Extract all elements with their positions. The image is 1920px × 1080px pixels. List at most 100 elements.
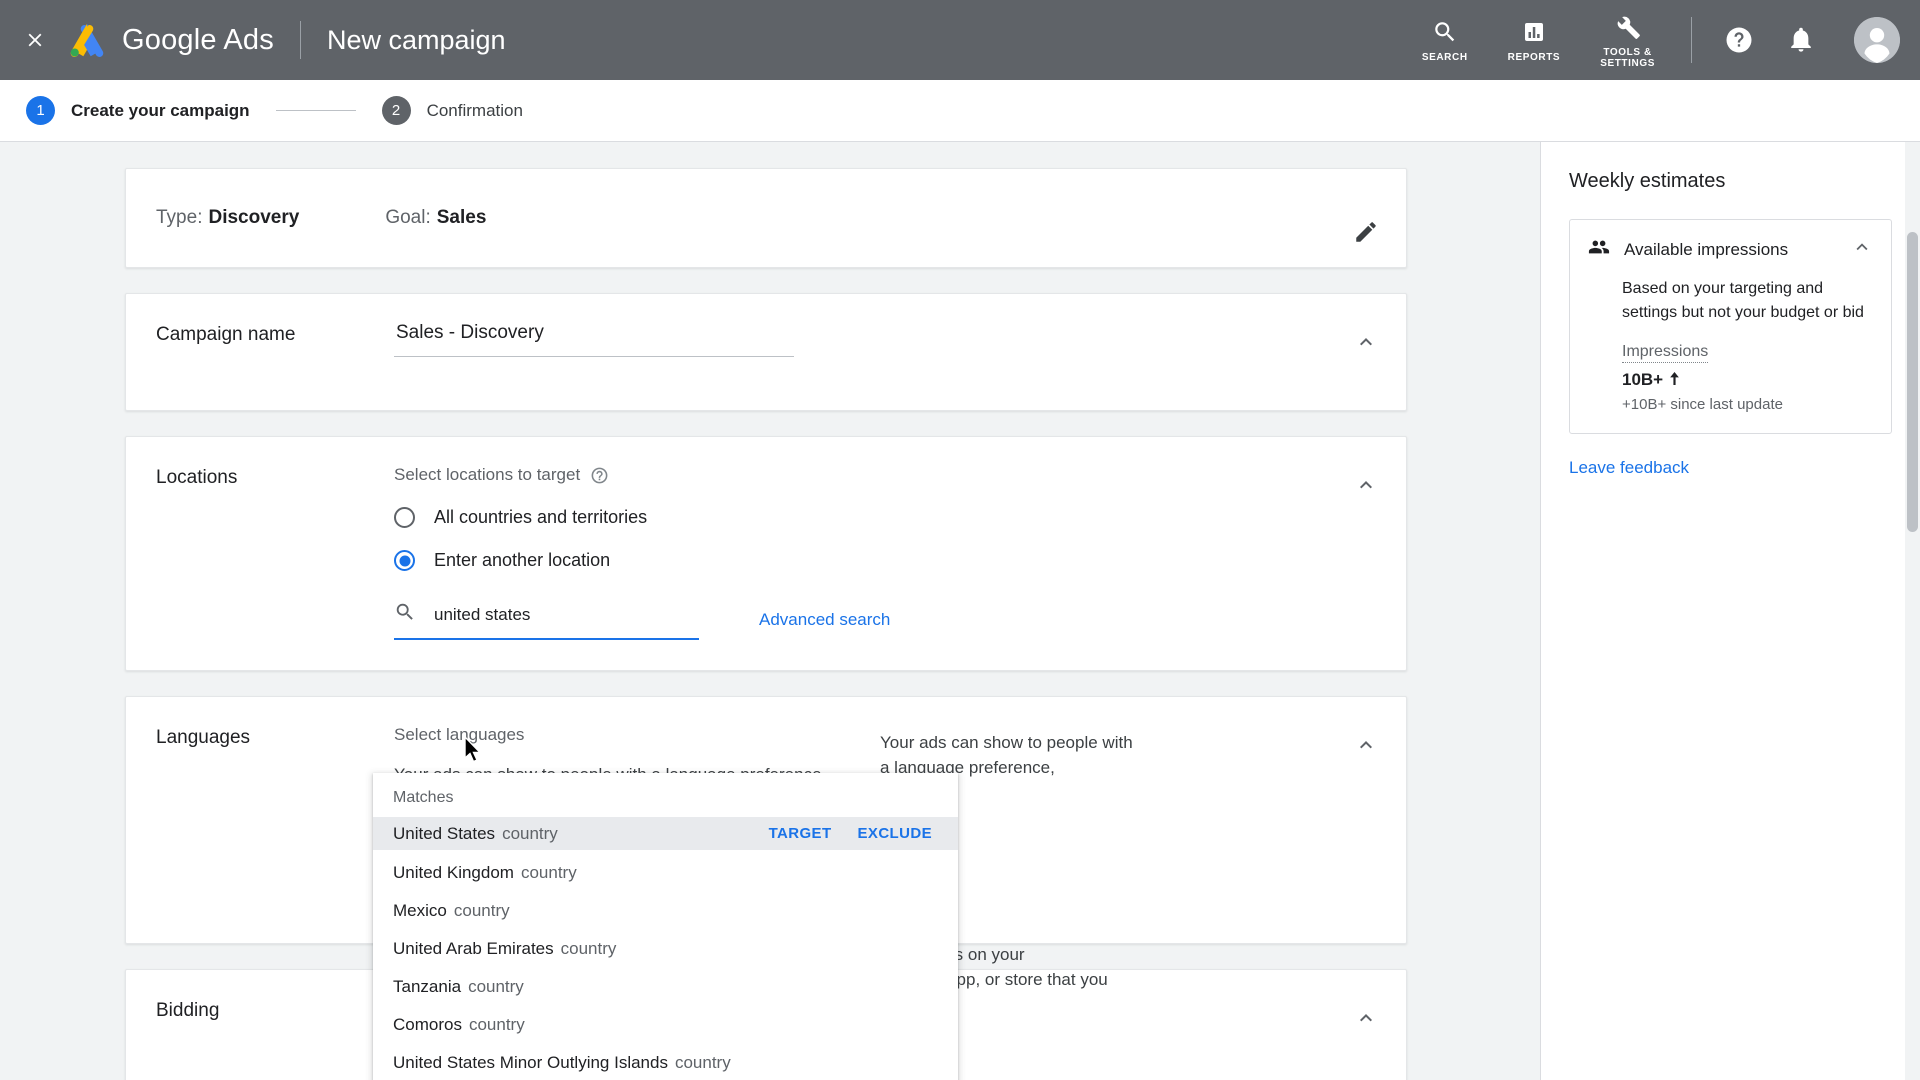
step-2-number: 2 bbox=[382, 96, 411, 125]
step-confirmation[interactable]: 2 Confirmation bbox=[382, 96, 523, 125]
weekly-estimates-title: Weekly estimates bbox=[1569, 170, 1892, 193]
radio-enter-another-location[interactable]: Enter another location bbox=[394, 550, 1326, 571]
dropdown-match-united-states[interactable]: United States country TARGET EXCLUDE bbox=[373, 817, 958, 850]
exclude-button[interactable]: EXCLUDE bbox=[858, 825, 932, 842]
leave-feedback-link[interactable]: Leave feedback bbox=[1569, 458, 1689, 478]
chevron-up-icon[interactable] bbox=[1346, 725, 1386, 765]
dropdown-match-name: United Arab Emirates bbox=[393, 939, 554, 959]
dropdown-match-actions: TARGET EXCLUDE bbox=[769, 825, 958, 842]
wrench-icon bbox=[1615, 12, 1641, 42]
dropdown-match-type: country bbox=[675, 1053, 731, 1073]
topbar-tools-settings-button[interactable]: TOOLS & SETTINGS bbox=[1580, 12, 1675, 69]
locations-card-action bbox=[1326, 437, 1406, 670]
step-create-your-campaign[interactable]: 1 Create your campaign bbox=[26, 96, 250, 125]
locations-search-field[interactable] bbox=[394, 601, 699, 640]
weekly-estimates-rail: Weekly estimates Available impressions B… bbox=[1540, 142, 1920, 1080]
arrow-up-icon bbox=[1669, 370, 1680, 390]
impressions-delta: +10B+ since last update bbox=[1622, 396, 1873, 413]
dropdown-match-type: country bbox=[521, 863, 577, 883]
step-2-label: Confirmation bbox=[427, 101, 523, 121]
step-1-label: Create your campaign bbox=[71, 101, 250, 121]
dropdown-spacer bbox=[373, 964, 958, 972]
impressions-value-row: 10B+ bbox=[1622, 370, 1873, 390]
radio-all-countries-circle[interactable] bbox=[394, 507, 415, 528]
dropdown-match-tanzania[interactable]: Tanzania country bbox=[373, 972, 958, 1002]
search-icon bbox=[1432, 17, 1458, 47]
topbar-tools-settings-label: TOOLS & SETTINGS bbox=[1600, 47, 1655, 69]
dropdown-match-name: United Kingdom bbox=[393, 863, 514, 883]
radio-all-countries-and-territories[interactable]: All countries and territories bbox=[394, 507, 1326, 528]
locations-sub-label: Select locations to target bbox=[394, 465, 1326, 485]
locations-label: Locations bbox=[126, 437, 394, 670]
goal-key: Goal: bbox=[385, 207, 430, 229]
campaign-name-input[interactable] bbox=[394, 322, 794, 357]
advanced-search-link[interactable]: Advanced search bbox=[759, 610, 890, 630]
type-value: Discovery bbox=[208, 207, 299, 229]
pencil-edit-icon[interactable] bbox=[1346, 212, 1386, 252]
campaign-name-card: Campaign name bbox=[125, 293, 1407, 411]
people-group-icon bbox=[1588, 236, 1610, 263]
page-title: New campaign bbox=[327, 25, 506, 56]
help-icon[interactable] bbox=[1716, 17, 1762, 63]
page-scrollbar-thumb[interactable] bbox=[1907, 232, 1918, 532]
content-area: Type: Discovery Goal: Sales Campaign nam… bbox=[0, 142, 1920, 1080]
dropdown-match-comoros[interactable]: Comoros country bbox=[373, 1010, 958, 1040]
bell-icon[interactable] bbox=[1778, 17, 1824, 63]
radio-all-countries-label: All countries and territories bbox=[434, 507, 647, 528]
available-impressions-header: Available impressions bbox=[1588, 236, 1873, 263]
search-icon bbox=[394, 601, 416, 628]
brand-divider bbox=[300, 21, 301, 59]
bidding-card-action bbox=[1326, 970, 1406, 1080]
top-app-bar: Google Ads New campaign SEARCH REPORTS T… bbox=[0, 0, 1920, 80]
dropdown-match-type: country bbox=[454, 901, 510, 921]
dropdown-match-name: Mexico bbox=[393, 901, 447, 921]
chevron-up-icon[interactable] bbox=[1346, 998, 1386, 1038]
bidding-label: Bidding bbox=[126, 970, 394, 1080]
available-impressions-card: Available impressions Based on your targ… bbox=[1569, 219, 1892, 434]
account-avatar[interactable] bbox=[1854, 17, 1900, 63]
google-ads-logo bbox=[66, 19, 108, 61]
dropdown-match-type: country bbox=[561, 939, 617, 959]
topbar-search-button[interactable]: SEARCH bbox=[1402, 17, 1488, 63]
dropdown-match-type: country bbox=[468, 977, 524, 997]
topbar-actions: SEARCH REPORTS TOOLS & SETTINGS bbox=[1402, 0, 1900, 80]
locations-search-row: Advanced search bbox=[394, 601, 1326, 640]
help-outline-icon[interactable] bbox=[590, 466, 609, 485]
impressions-metric-label[interactable]: Impressions bbox=[1622, 343, 1708, 363]
campaign-settings-column: Type: Discovery Goal: Sales Campaign nam… bbox=[0, 142, 1540, 1080]
dropdown-match-united-arab-emirates[interactable]: United Arab Emirates country bbox=[373, 934, 958, 964]
chevron-up-icon[interactable] bbox=[1346, 465, 1386, 505]
dropdown-spacer bbox=[373, 888, 958, 896]
campaign-summary-card: Type: Discovery Goal: Sales bbox=[125, 168, 1407, 268]
dropdown-match-name: United States bbox=[393, 824, 495, 844]
close-icon[interactable] bbox=[18, 23, 52, 57]
dropdown-matches-header: Matches bbox=[373, 781, 958, 817]
dropdown-match-type: country bbox=[502, 824, 558, 844]
dropdown-match-name: United States Minor Outlying Islands bbox=[393, 1053, 668, 1073]
dropdown-match-united-states-minor-outlying-islands[interactable]: United States Minor Outlying Islands cou… bbox=[373, 1048, 958, 1078]
topbar-reports-button[interactable]: REPORTS bbox=[1488, 17, 1581, 63]
dropdown-spacer bbox=[373, 1002, 958, 1010]
target-button[interactable]: TARGET bbox=[769, 825, 832, 842]
type-key: Type: bbox=[156, 207, 202, 229]
languages-label: Languages bbox=[126, 697, 394, 943]
page-scrollbar-track[interactable] bbox=[1905, 142, 1920, 1080]
campaign-name-body bbox=[394, 294, 1326, 410]
topbar-reports-label: REPORTS bbox=[1508, 52, 1561, 63]
dropdown-match-united-kingdom[interactable]: United Kingdom country bbox=[373, 858, 958, 888]
radio-enter-another-location-circle[interactable] bbox=[394, 550, 415, 571]
reports-bar-chart-icon bbox=[1522, 17, 1546, 47]
locations-sub-label-text: Select locations to target bbox=[394, 465, 580, 485]
dropdown-spacer bbox=[373, 926, 958, 934]
impressions-value: 10B+ bbox=[1622, 370, 1663, 390]
locations-search-input[interactable] bbox=[432, 604, 699, 626]
locations-body: Select locations to target All countries… bbox=[394, 437, 1326, 670]
dropdown-match-name: Comoros bbox=[393, 1015, 462, 1035]
chevron-up-icon[interactable] bbox=[1346, 322, 1386, 362]
campaign-stepper: 1 Create your campaign 2 Confirmation bbox=[0, 80, 1920, 142]
campaign-summary-row: Type: Discovery Goal: Sales bbox=[126, 207, 1326, 229]
dropdown-match-mexico[interactable]: Mexico country bbox=[373, 896, 958, 926]
brand-name: Google Ads bbox=[122, 24, 274, 57]
chevron-up-icon[interactable] bbox=[1851, 236, 1873, 263]
summary-card-action bbox=[1326, 184, 1406, 252]
